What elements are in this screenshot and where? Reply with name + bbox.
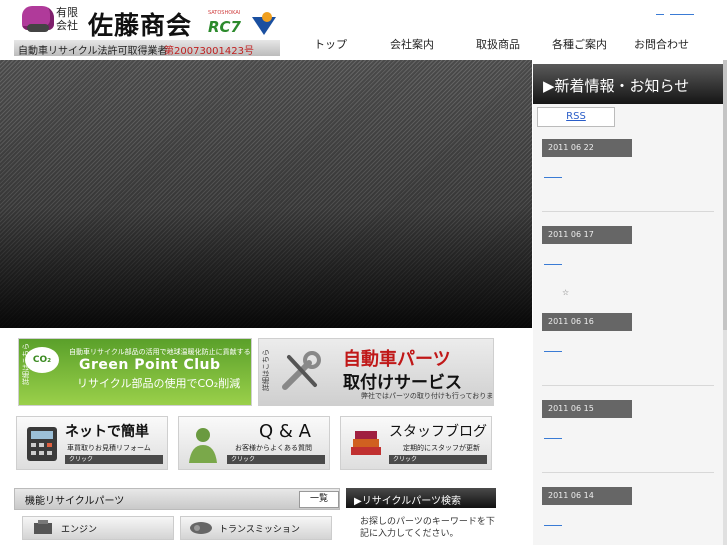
calculator-icon xyxy=(27,427,57,461)
company-prefix: 有限会社 xyxy=(56,6,78,32)
category-transmission[interactable]: トランスミッション xyxy=(180,516,332,540)
staff-blog-banner[interactable]: スタッフブログ 定期的にスタッフが更新 クリック xyxy=(340,416,492,470)
partner-mark-icon xyxy=(252,12,276,35)
parts-install-banner[interactable]: 自動車パーツ 取付けサービス 弊社ではパーツの取り付けも行っております。 詳細は… xyxy=(258,338,494,406)
parts-title-2: 取付けサービス xyxy=(343,373,462,393)
news-item: 2011 06 22 xyxy=(542,139,722,212)
parts-more: 詳細はこちら xyxy=(262,349,270,391)
company-name[interactable]: 佐藤商会 xyxy=(88,6,192,42)
news-date: 2011 06 15 xyxy=(542,400,632,418)
staff-blog-click[interactable]: クリック xyxy=(389,455,487,464)
news-divider xyxy=(542,385,714,386)
rss-link[interactable]: RSS xyxy=(537,107,615,127)
qa-click[interactable]: クリック xyxy=(227,455,325,464)
news-date: 2011 06 17 xyxy=(542,226,632,244)
parts-sub: 弊社ではパーツの取り付けも行っております。 xyxy=(361,392,494,400)
category-engine[interactable]: エンジン xyxy=(22,516,174,540)
rc7-small-text: SATOSHOKAI xyxy=(208,10,241,16)
page-scrollbar[interactable] xyxy=(723,60,727,545)
green-point-desc: 自動車リサイクル部品の活用で地球温暖化防止に貢献する xyxy=(69,348,251,356)
car-logo-icon[interactable] xyxy=(22,6,54,32)
green-point-more: 詳細はこちら xyxy=(22,343,30,385)
news-heading-bar: ▶新着情報・お知らせ xyxy=(533,64,723,104)
rc7-logo: SATOSHOKAI RC7 xyxy=(208,10,246,36)
nav-item-products[interactable]: 取扱商品 xyxy=(476,36,520,52)
net-simple-click[interactable]: クリック xyxy=(65,455,163,464)
qa-sub: お客様からよくある質問 xyxy=(235,444,312,452)
category-label: トランスミッション xyxy=(219,525,300,535)
green-point-title: Green Point Club xyxy=(79,357,221,373)
top-link-2[interactable] xyxy=(670,14,694,15)
transmission-icon xyxy=(190,522,212,534)
person-icon xyxy=(189,428,217,463)
site-header: 有限会社 佐藤商会 SATOSHOKAI RC7 自動車リサイクル法許可取得業者… xyxy=(0,0,727,60)
net-simple-title: ネットで簡単 xyxy=(65,424,149,440)
net-simple-sub: 車買取りお見積リフォーム xyxy=(67,444,151,452)
news-heading: ▶新着情報・お知らせ xyxy=(543,77,690,95)
news-date: 2011 06 14 xyxy=(542,487,632,505)
scrollbar-thumb[interactable] xyxy=(723,60,727,330)
news-link[interactable] xyxy=(544,525,562,526)
tagline: 自動車リサイクル法許可取得業者 xyxy=(18,46,168,57)
net-simple-banner[interactable]: ネットで簡単 車買取りお見積リフォーム クリック xyxy=(16,416,168,470)
top-link-1[interactable] xyxy=(656,14,664,15)
rc7-text: RC7 xyxy=(208,18,241,36)
parts-search-heading: ▶リサイクルパーツ検索 xyxy=(354,496,461,507)
news-link[interactable] xyxy=(544,438,562,439)
nav-item-top[interactable]: トップ xyxy=(314,36,347,52)
category-label: エンジン xyxy=(61,525,98,535)
parts-search-heading-bar: ▶リサイクルパーツ検索 xyxy=(346,488,496,508)
news-link[interactable] xyxy=(544,351,562,352)
news-item: 2011 06 17 xyxy=(542,226,722,265)
star-icon: ☆ xyxy=(562,288,570,297)
qa-title: Q & A xyxy=(259,421,311,442)
parts-section-bar: 機能リサイクルパーツ 一覧 xyxy=(14,488,340,510)
engine-icon xyxy=(34,520,52,534)
parts-section-title: 機能リサイクルパーツ xyxy=(25,496,125,507)
news-link[interactable] xyxy=(544,177,562,178)
nav-item-company[interactable]: 会社案内 xyxy=(390,36,434,52)
parts-list-button[interactable]: 一覧 xyxy=(299,491,339,508)
news-date: 2011 06 22 xyxy=(542,139,632,157)
books-icon xyxy=(351,431,381,455)
wrench-icon xyxy=(282,351,321,390)
news-link[interactable] xyxy=(544,264,562,265)
news-item: 2011 06 16 xyxy=(542,313,722,386)
news-divider xyxy=(542,472,714,473)
news-item: 2011 06 15 xyxy=(542,400,722,473)
parts-search-instructions: お探しのパーツのキーワードを下記に入力してください。 xyxy=(360,517,495,539)
nav-item-contact[interactable]: お問合わせ xyxy=(634,36,689,52)
green-point-club-banner[interactable]: CO₂ 自動車リサイクル部品の活用で地球温暖化防止に貢献する Green Poi… xyxy=(18,338,252,406)
nav-item-guide[interactable]: 各種ご案内 xyxy=(552,36,607,52)
green-point-sub: リサイクル部品の使用でCO₂削減 xyxy=(77,377,241,390)
news-divider xyxy=(542,211,714,212)
hero-image xyxy=(0,60,532,328)
news-item: 2011 06 14 xyxy=(542,487,722,526)
staff-blog-title: スタッフブログ xyxy=(389,424,487,440)
qa-banner[interactable]: Q & A お客様からよくある質問 クリック xyxy=(178,416,330,470)
permit-number: 第20073001423号 xyxy=(164,46,254,57)
news-date: 2011 06 16 xyxy=(542,313,632,331)
staff-blog-sub: 定期的にスタッフが更新 xyxy=(403,444,480,452)
